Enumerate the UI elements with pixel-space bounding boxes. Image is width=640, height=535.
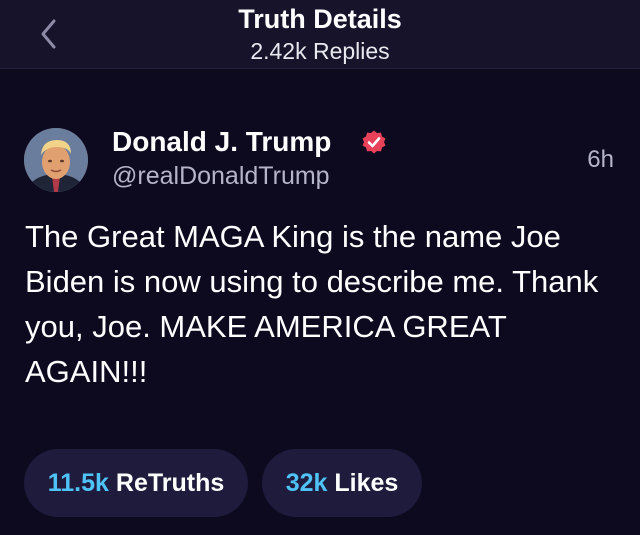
avatar-image [24, 128, 88, 192]
page-title: Truth Details [238, 4, 402, 34]
replies-count[interactable]: 2.42k Replies [0, 37, 640, 65]
retruths-button[interactable]: 11.5k ReTruths [24, 449, 248, 517]
retruths-label: ReTruths [115, 469, 225, 497]
post-timestamp: 6h [587, 146, 614, 173]
verified-badge-icon [362, 130, 386, 154]
top-bar: Truth Details 2.42k Replies [0, 0, 640, 69]
likes-count: 32k [285, 469, 328, 497]
author-handle[interactable]: @realDonaldTrump [112, 161, 330, 191]
post-detail: Donald J. Trump @realDonaldTrump 6h The … [0, 69, 640, 535]
likes-button[interactable]: 32k Likes [262, 449, 422, 517]
avatar[interactable] [24, 128, 88, 192]
retruths-count: 11.5k [47, 469, 109, 497]
author-name[interactable]: Donald J. Trump [112, 125, 331, 159]
post-text: The Great MAGA King is the name Joe Bide… [25, 219, 599, 389]
likes-label: Likes [334, 469, 399, 497]
